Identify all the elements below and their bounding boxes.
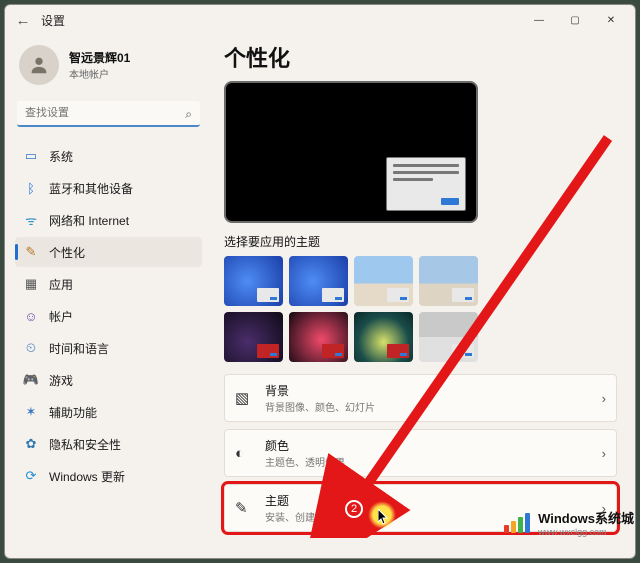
- theme-option-6[interactable]: [289, 312, 348, 362]
- theme-section-label: 选择要应用的主题: [224, 233, 617, 250]
- pen-icon: ✎: [235, 499, 255, 517]
- theme-option-7[interactable]: [354, 312, 413, 362]
- profile-subtitle: 本地帐户: [69, 66, 130, 81]
- main-panel: 个性化 选择要应用的主题 ▧: [210, 35, 635, 558]
- row-colors[interactable]: ◐ 颜色 主题色、透明效果 ›: [224, 429, 617, 477]
- nav-list: ▭系统 ᛒ蓝牙和其他设备 ᯤ网络和 Internet ✎个性化 ▦应用 ☺帐户 …: [15, 141, 202, 491]
- theme-option-5[interactable]: [224, 312, 283, 362]
- bluetooth-icon: ᛒ: [23, 180, 39, 196]
- back-button[interactable]: ←: [11, 12, 35, 29]
- row-title: 颜色: [265, 437, 345, 454]
- palette-icon: ◐: [235, 445, 255, 462]
- watermark-title: Windows系统城: [538, 508, 634, 527]
- brush-icon: ✎: [23, 244, 39, 260]
- sidebar-item-system[interactable]: ▭ 系统: [15, 141, 202, 171]
- theme-option-8[interactable]: [419, 312, 478, 362]
- minimize-button[interactable]: —: [521, 7, 557, 33]
- theme-option-2[interactable]: [289, 256, 348, 306]
- sidebar-item-label: 辅助功能: [49, 404, 97, 421]
- avatar: [19, 45, 59, 85]
- sidebar-item-label: 帐户: [49, 308, 73, 325]
- gamepad-icon: 🎮: [23, 372, 39, 388]
- app-title: 设置: [41, 12, 65, 29]
- sidebar-item-label: 个性化: [49, 244, 85, 261]
- sidebar-item-label: Windows 更新: [49, 468, 125, 485]
- row-subtitle: 背景图像、颜色、幻灯片: [265, 399, 375, 414]
- search-wrap: ⌕: [17, 101, 200, 127]
- sidebar-item-label: 游戏: [49, 372, 73, 389]
- preview-window: [386, 157, 466, 211]
- sidebar-item-label: 应用: [49, 276, 73, 293]
- update-icon: ⟳: [23, 468, 39, 484]
- apps-icon: ▦: [23, 276, 39, 292]
- profile-block[interactable]: 智远景辉01 本地帐户: [15, 41, 202, 95]
- content-area: 智远景辉01 本地帐户 ⌕ ▭ 系统 ᛒ 蓝牙和其他设备 ᯤ 网络和 Internet…: [5, 35, 635, 558]
- image-icon: ▧: [235, 389, 255, 407]
- row-subtitle: 主题色、透明效果: [265, 454, 345, 469]
- wifi-icon: ᯤ: [23, 212, 39, 228]
- sidebar: 智远景辉01 本地帐户 ⌕ ▭ 系统 ᛒ 蓝牙和其他设备 ᯤ 网络和 Internet…: [5, 35, 210, 558]
- sidebar-item-label: 时间和语言: [49, 340, 109, 357]
- row-background[interactable]: ▧ 背景 背景图像、颜色、幻灯片 ›: [224, 374, 617, 422]
- search-input[interactable]: [17, 101, 200, 127]
- theme-option-4[interactable]: [419, 256, 478, 306]
- account-icon: ☺: [23, 308, 39, 324]
- theme-grid: [224, 256, 478, 362]
- chevron-right-icon: ›: [602, 391, 606, 406]
- profile-name: 智远景辉01: [69, 49, 130, 66]
- close-button[interactable]: ✕: [593, 7, 629, 33]
- sidebar-item-gaming[interactable]: 🎮 游戏: [15, 365, 202, 395]
- sidebar-item-label: 蓝牙和其他设备: [49, 180, 133, 197]
- row-title: 背景: [265, 382, 375, 399]
- sidebar-item-accessibility[interactable]: ✶ 辅助功能: [15, 397, 202, 427]
- theme-option-1[interactable]: [224, 256, 283, 306]
- sidebar-item-accounts[interactable]: ☺ 帐户: [15, 301, 202, 331]
- settings-window: ← 设置 — ▢ ✕ 智远景辉01 本地帐户 ⌕ ▭ 系统: [4, 4, 636, 559]
- desktop-preview: [224, 81, 478, 223]
- titlebar: ← 设置 — ▢ ✕: [5, 5, 635, 35]
- watermark-logo: [504, 513, 532, 533]
- row-title: 主题: [265, 492, 345, 509]
- maximize-button[interactable]: ▢: [557, 7, 593, 33]
- sidebar-item-label: 网络和 Internet: [49, 212, 129, 229]
- theme-option-3[interactable]: [354, 256, 413, 306]
- shield-icon: ✿: [23, 436, 39, 452]
- system-icon: ▭: [23, 148, 39, 164]
- sidebar-item-label: 隐私和安全性: [49, 436, 121, 453]
- sidebar-item-personalization[interactable]: ✎ 个性化: [15, 237, 202, 267]
- clock-icon: ⏲: [23, 340, 39, 356]
- watermark-url: www.wxclgg.com: [538, 527, 634, 537]
- row-subtitle: 安装、创建、管理: [265, 509, 345, 524]
- sidebar-item-apps[interactable]: ▦ 应用: [15, 269, 202, 299]
- sidebar-item-time[interactable]: ⏲ 时间和语言: [15, 333, 202, 363]
- watermark: Windows系统城 www.wxclgg.com: [504, 508, 634, 537]
- chevron-right-icon: ›: [602, 446, 606, 461]
- accessibility-icon: ✶: [23, 404, 39, 420]
- sidebar-item-network[interactable]: ᯤ 网络和 Internet: [15, 205, 202, 235]
- page-title: 个性化: [224, 41, 617, 73]
- sidebar-item-update[interactable]: ⟳ Windows 更新: [15, 461, 202, 491]
- preview-button: [441, 198, 459, 205]
- sidebar-item-privacy[interactable]: ✿ 隐私和安全性: [15, 429, 202, 459]
- sidebar-item-bluetooth[interactable]: ᛒ 蓝牙和其他设备: [15, 173, 202, 203]
- sidebar-item-label: 系统: [49, 148, 73, 165]
- annotation-step-badge: 2: [345, 500, 363, 518]
- search-icon: ⌕: [185, 107, 192, 122]
